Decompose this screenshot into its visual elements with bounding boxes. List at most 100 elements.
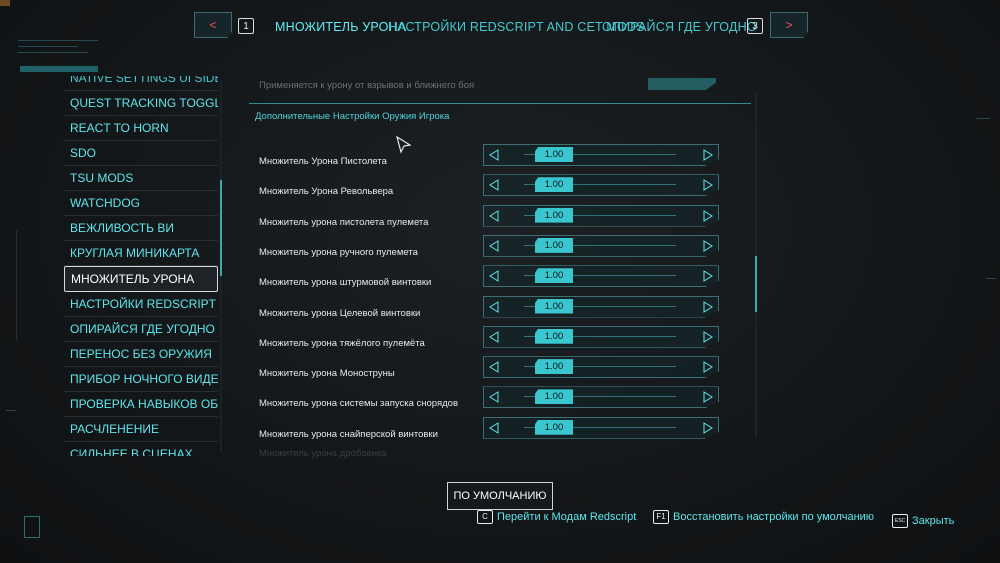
increase-arrow-icon[interactable] <box>702 178 714 192</box>
slider-value[interactable]: 1.00 <box>535 237 573 253</box>
reset-default-button[interactable]: ПО УМОЛЧАНИЮ <box>447 482 553 510</box>
decrease-arrow-icon[interactable] <box>488 209 500 222</box>
next-tab-key: 3 <box>747 18 763 34</box>
section-divider <box>249 103 751 104</box>
hud-line-right-2 <box>986 278 996 279</box>
sidebar-item-redscript-settings[interactable]: НАСТРОЙКИ REDSCRIPT AND <box>64 292 218 317</box>
slider-value[interactable]: 1.00 <box>535 177 573 193</box>
hint-restore-defaults-label: Восстановить настройки по умолчанию <box>673 510 875 523</box>
prev-tab-key: 1 <box>238 18 254 34</box>
sidebar-item-watchdog[interactable]: WATCHDOG <box>64 191 218 216</box>
key-f1-icon: F1 <box>653 510 669 524</box>
decrease-arrow-icon[interactable] <box>488 330 500 343</box>
slider-value[interactable]: 1.00 <box>535 419 573 435</box>
mod-list: NATIVE SETTINGS UI SIDE QUEST TRACKING T… <box>64 76 218 456</box>
increase-arrow-icon[interactable] <box>702 390 714 404</box>
damage-slider[interactable]: 1.00 <box>483 416 719 439</box>
increase-arrow-icon[interactable] <box>702 209 714 222</box>
mouse-cursor-icon <box>396 136 412 154</box>
setting-label: Множитель урона штурмовой винтовки <box>259 277 432 289</box>
hud-line-left-2 <box>18 46 78 47</box>
hud-vert-left <box>16 230 17 340</box>
sidebar-item-round-minimap[interactable]: КРУГЛАЯ МИНИКАРТА <box>64 241 218 266</box>
setting-label: Множитель урона системы запуска снорядов <box>259 398 458 410</box>
decrease-arrow-icon[interactable] <box>488 269 500 283</box>
damage-slider[interactable]: 1.00 <box>483 204 719 227</box>
decrease-arrow-icon[interactable] <box>488 178 500 192</box>
sidebar-item-stronger-in-scenes[interactable]: СИЛЬНЕЕ В СЦЕНАХ <box>64 442 218 456</box>
setting-label: Множитель урона тяжёлого пулемёта <box>259 337 425 349</box>
damage-slider[interactable]: 1.00 <box>483 265 719 288</box>
sidebar-item-tsu-mods[interactable]: TSU MODS <box>64 166 218 191</box>
cut-off-bottom-label: Множитель урона дробовика <box>259 448 387 459</box>
slider-value[interactable]: 1.00 <box>535 328 573 344</box>
damage-slider[interactable]: 1.00 <box>483 234 719 257</box>
sidebar-item-night-vision[interactable]: ПРИБОР НОЧНОГО ВИДЕНИЯ <box>64 367 218 392</box>
next-tab-button[interactable]: > <box>770 12 808 38</box>
slider-value[interactable]: 1.00 <box>535 268 573 284</box>
version-badge-icon <box>24 516 40 538</box>
sidebar-item-sdo[interactable]: SDO <box>64 141 218 166</box>
increase-arrow-icon[interactable] <box>702 421 714 434</box>
sidebar-item-dialog-skill-check[interactable]: ПРОВЕРКА НАВЫКОВ ОБЩЕНИ <box>64 392 218 417</box>
setting-label: Множитель урона Моноструны <box>259 368 395 380</box>
hint-go-to-redscript-label: Перейти к Модам Redscript <box>497 510 637 523</box>
decrease-arrow-icon[interactable] <box>488 360 500 373</box>
sidebar-item-damage-multiplier[interactable]: МНОЖИТЕЛЬ УРОНА <box>64 266 218 292</box>
slider-value[interactable]: 1.00 <box>535 298 573 314</box>
key-esc-icon: ESC <box>892 514 908 528</box>
decrease-arrow-icon[interactable] <box>488 148 500 161</box>
damage-slider[interactable]: 1.00 <box>483 356 719 379</box>
slider-value[interactable]: 1.00 <box>535 147 573 162</box>
sidebar-scrollbar-thumb[interactable] <box>220 180 222 276</box>
hud-corner-marker <box>0 0 10 6</box>
slider-value[interactable]: 1.00 <box>535 359 573 375</box>
prev-arrow-label: < <box>209 18 217 32</box>
setting-label: Множитель урона ручного пулемета <box>259 246 418 258</box>
hud-bar-left <box>20 66 98 72</box>
section-title: Дополнительные Настройки Оружия Игрока <box>255 111 450 122</box>
hint-restore-defaults[interactable]: F1 Восстановить настройки по умолчанию <box>653 510 874 524</box>
sidebar-item-react-to-horn[interactable]: REACT TO HORN <box>64 116 218 141</box>
increase-arrow-icon[interactable] <box>702 330 714 343</box>
prev-tab-button[interactable]: < <box>194 12 232 38</box>
hud-line-left-3 <box>18 52 88 53</box>
increase-arrow-icon[interactable] <box>702 148 714 161</box>
settings-panel: Дополнительные Настройки Оружия Игрока М… <box>249 74 751 456</box>
damage-slider[interactable]: 1.00 <box>483 386 719 409</box>
setting-label: Множитель урона пистолета пулемета <box>259 216 429 228</box>
hud-line-left-1 <box>18 40 98 41</box>
decrease-arrow-icon[interactable] <box>488 239 500 252</box>
damage-slider[interactable]: 1.00 <box>483 295 719 318</box>
setting-label: Множитель Урона Пистолета <box>259 156 387 167</box>
setting-label: Множитель урона Целевой винтовки <box>259 307 421 319</box>
decrease-arrow-icon[interactable] <box>488 421 500 434</box>
damage-slider[interactable]: 1.00 <box>483 174 719 197</box>
setting-label: Множитель Урона Револьвера <box>259 186 394 198</box>
increase-arrow-icon[interactable] <box>702 360 714 373</box>
increase-arrow-icon[interactable] <box>702 269 714 283</box>
decrease-arrow-icon[interactable] <box>488 390 500 404</box>
next-arrow-label: > <box>785 18 793 32</box>
damage-slider[interactable]: 1.00 <box>483 325 719 348</box>
slider-value[interactable]: 1.00 <box>535 207 573 223</box>
sidebar-item-lean-anywhere[interactable]: ОПИРАЙСЯ ГДЕ УГОДНО <box>64 317 218 342</box>
sidebar-item-dismemberment[interactable]: РАСЧЛЕНЕНИЕ <box>64 417 218 442</box>
sidebar-item-quest-tracking[interactable]: QUEST TRACKING TOGGLE <box>64 91 218 116</box>
key-c-icon: C <box>477 510 493 524</box>
increase-arrow-icon[interactable] <box>702 300 714 313</box>
hint-go-to-redscript[interactable]: C Перейти к Модам Redscript <box>477 510 636 524</box>
sidebar-item-unarmed-carry[interactable]: ПЕРЕНОС БЕЗ ОРУЖИЯ <box>64 342 218 367</box>
slider-value[interactable]: 1.00 <box>535 389 573 405</box>
panel-scrollbar-thumb[interactable] <box>755 256 757 312</box>
hint-close-label: Закрыть <box>912 514 955 527</box>
tab-damage-multiplier[interactable]: МНОЖИТЕЛЬ УРОНА <box>275 20 406 34</box>
hint-close[interactable]: ESC Закрыть <box>892 514 954 528</box>
damage-slider[interactable]: 1.00 <box>483 144 719 166</box>
sidebar-item-vi-politeness[interactable]: ВЕЖЛИВОСТЬ ВИ <box>64 216 218 241</box>
tab-lean-anywhere[interactable]: ОПИРАЙСЯ ГДЕ УГОДНО <box>602 20 757 34</box>
setting-label: Множитель урона снайперской винтовки <box>259 428 438 440</box>
sidebar-item-native-settings[interactable]: NATIVE SETTINGS UI SIDE <box>64 76 218 91</box>
increase-arrow-icon[interactable] <box>702 239 714 252</box>
decrease-arrow-icon[interactable] <box>488 300 500 313</box>
